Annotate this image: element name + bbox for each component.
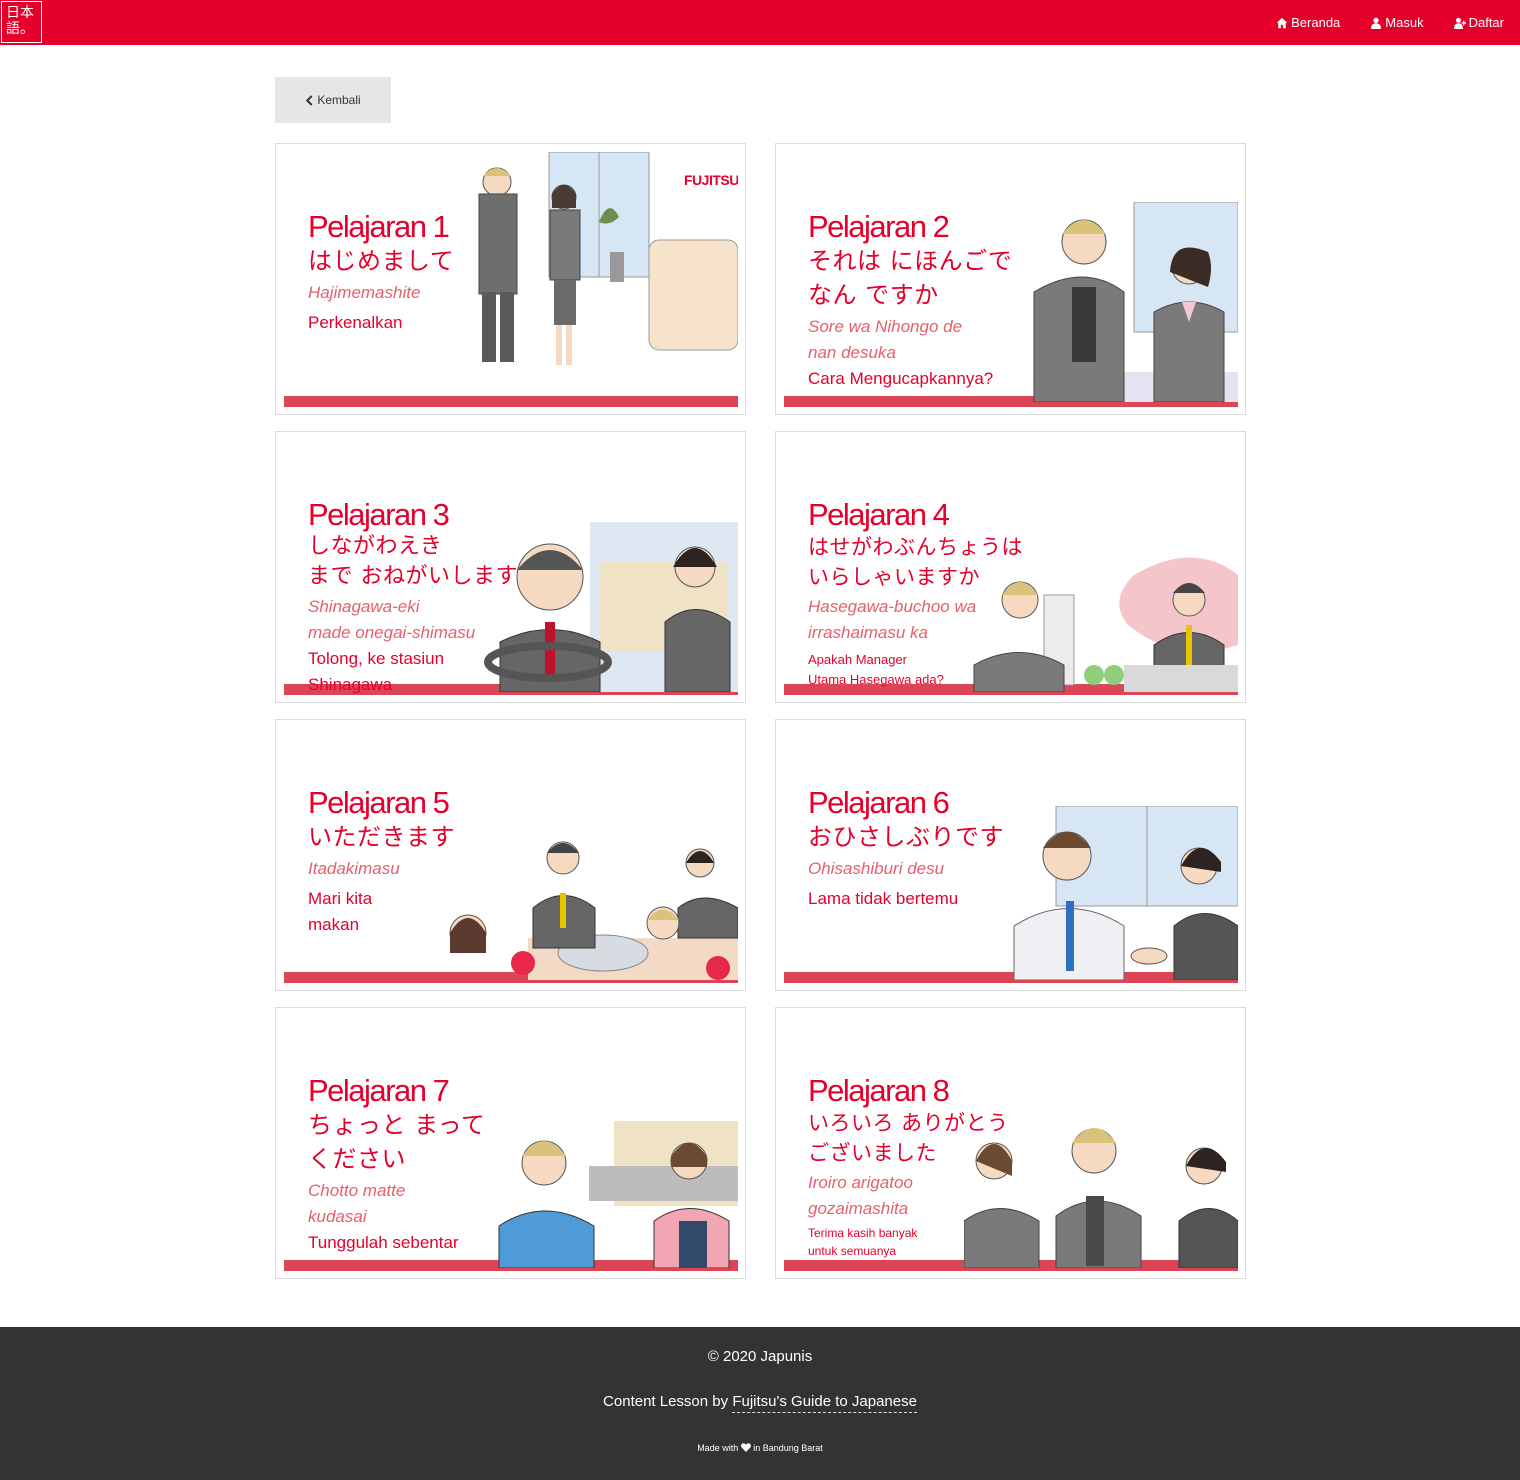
lesson-japanese: おひさしぶりです: [808, 823, 1004, 851]
made-suffix: in Bandung Barat: [753, 1443, 823, 1453]
chevron-left-icon: [306, 94, 313, 106]
nav-links: Beranda Masuk Daftar: [1276, 0, 1504, 45]
lesson-translation: Lama tidak bertemu: [808, 889, 959, 908]
lesson-7-text: Pelajaran 7 ちょっと まって ください Chotto matte k…: [308, 1074, 538, 1256]
lesson-card-8-image: Pelajaran 8 いろいろ ありがとう ございました Iroiro ari…: [784, 1016, 1238, 1271]
lesson-1-text: Pelajaran 1 はじめまして Hajimemashite Perkena…: [308, 210, 538, 336]
home-icon: [1276, 17, 1288, 28]
lesson-romaji: Chotto matte kudasai: [308, 1181, 406, 1226]
lesson-card-1[interactable]: FUJITSU Pelajaran 1 はじめまして Hajimemashite…: [275, 143, 746, 415]
heart-icon: [740, 1443, 751, 1452]
lesson-title: Pelajaran 4: [808, 497, 950, 532]
lesson-title: Pelajaran 8: [808, 1073, 950, 1108]
lesson-romaji: Hajimemashite: [308, 283, 421, 302]
lesson-romaji: Ohisashiburi desu: [808, 859, 945, 878]
copyright-text: © 2020 Japunis: [707, 1348, 813, 1365]
back-button-label: Kembali: [317, 93, 361, 107]
lesson-japanese: ちょっと まって ください: [308, 1111, 486, 1173]
lesson-title: Pelajaran 2: [808, 209, 950, 244]
brand-line-2: 語。: [6, 21, 34, 37]
lesson-romaji: Hasegawa-buchoo wa irrashaimasu ka: [808, 597, 977, 642]
lesson-japanese: いろいろ ありがとう ございました: [808, 1111, 1009, 1165]
lesson-translation: Apakah Manager Utama Hasegawa ada?: [808, 652, 944, 687]
lesson-3-text: Pelajaran 3 しながわえき まで おねがいします Shinagawa-…: [308, 498, 538, 695]
content-credit: Content Lesson by Fujitsu's Guide to Jap…: [0, 1393, 1520, 1413]
lesson-japanese: いただきます: [308, 823, 455, 851]
lesson-card-6[interactable]: Pelajaran 6 おひさしぶりです Ohisashiburi desu L…: [775, 719, 1246, 991]
lesson-card-8[interactable]: Pelajaran 8 いろいろ ありがとう ございました Iroiro ari…: [775, 1007, 1246, 1279]
top-navbar: 日本 語。 Beranda Masuk Daftar: [0, 0, 1520, 45]
lesson-japanese: しながわえき まで おねがいします: [308, 534, 518, 589]
lesson-card-2-image: Pelajaran 2 それは にほんごで なん ですか Sore wa Nih…: [784, 152, 1238, 407]
lesson-card-5-image: Pelajaran 5 いただきます Itadakimasu Mari kita…: [284, 728, 738, 983]
brand-line-1: 日本: [6, 5, 34, 21]
lesson-title: Pelajaran 5: [308, 785, 450, 820]
back-button[interactable]: Kembali: [275, 77, 391, 123]
nav-register-label: Daftar: [1468, 15, 1504, 30]
lesson-translation: Terima kasih banyak untuk semuanya: [808, 1226, 918, 1258]
lesson-romaji: Itadakimasu: [308, 859, 400, 878]
lesson-8-text: Pelajaran 8 いろいろ ありがとう ございました Iroiro ari…: [808, 1074, 1028, 1260]
nav-login-label: Masuk: [1385, 15, 1424, 30]
lesson-japanese: それは にほんごで なん ですか: [808, 247, 1013, 309]
lesson-translation: Tunggulah sebentar: [308, 1233, 459, 1252]
lesson-card-7-image: Pelajaran 7 ちょっと まって ください Chotto matte k…: [284, 1016, 738, 1271]
lesson-2-text: Pelajaran 2 それは にほんごで なん ですか Sore wa Nih…: [808, 210, 1038, 392]
lesson-6-text: Pelajaran 6 おひさしぶりです Ohisashiburi desu L…: [808, 786, 1048, 912]
lesson-romaji: Shinagawa-eki made onegai-shimasu: [308, 597, 476, 642]
lesson-translation: Perkenalkan: [308, 313, 403, 332]
lesson-title: Pelajaran 6: [808, 785, 950, 820]
nav-home-label: Beranda: [1291, 15, 1341, 30]
lesson-card-4-image: Pelajaran 4 はせがわぶんちょうは いらしゃいますか Hasegawa…: [784, 440, 1238, 695]
page-footer: © 2020 Japunis Content Lesson by Fujitsu…: [0, 1327, 1520, 1480]
nav-home-link[interactable]: Beranda: [1276, 15, 1340, 30]
lesson-card-2[interactable]: Pelajaran 2 それは にほんごで なん ですか Sore wa Nih…: [775, 143, 1246, 415]
fujitsu-logo: FUJITSU: [684, 172, 738, 188]
lesson-romaji: Iroiro arigatoo gozaimashita: [808, 1173, 913, 1218]
lesson-card-4[interactable]: Pelajaran 4 はせがわぶんちょうは いらしゃいますか Hasegawa…: [775, 431, 1246, 703]
lesson-translation: Mari kita makan: [308, 889, 373, 934]
lesson-card-6-image: Pelajaran 6 おひさしぶりです Ohisashiburi desu L…: [784, 728, 1238, 983]
made-prefix: Made with: [697, 1443, 739, 1453]
lesson-card-1-image: FUJITSU Pelajaran 1 はじめまして Hajimemashite…: [284, 152, 738, 407]
fujitsu-guide-link[interactable]: Fujitsu's Guide to Japanese: [732, 1393, 917, 1413]
user-plus-icon: [1453, 17, 1466, 29]
lesson-japanese: はじめまして: [308, 247, 455, 275]
lesson-5-text: Pelajaran 5 いただきます Itadakimasu Mari kita…: [308, 786, 538, 938]
lesson-romaji: Sore wa Nihongo de nan desuka: [808, 317, 963, 362]
credit-prefix: Content Lesson by: [603, 1393, 733, 1410]
lesson-title: Pelajaran 7: [308, 1073, 450, 1108]
lesson-card-3-image: Pelajaran 3 しながわえき まで おねがいします Shinagawa-…: [284, 440, 738, 695]
lesson-translation: Tolong, ke stasiun Shinagawa: [308, 649, 445, 694]
lesson-card-3[interactable]: Pelajaran 3 しながわえき まで おねがいします Shinagawa-…: [275, 431, 746, 703]
brand-logo[interactable]: 日本 語。: [1, 1, 42, 43]
lesson-title: Pelajaran 3: [308, 497, 450, 532]
nav-register-link[interactable]: Daftar: [1453, 15, 1504, 30]
user-icon: [1371, 17, 1382, 29]
made-with-text: Made with in Bandung Barat: [0, 1443, 1520, 1453]
lesson-translation: Cara Mengucapkannya?: [808, 369, 994, 388]
lesson-card-5[interactable]: Pelajaran 5 いただきます Itadakimasu Mari kita…: [275, 719, 746, 991]
lesson-2-illustration: [1033, 202, 1238, 402]
nav-login-link[interactable]: Masuk: [1370, 15, 1424, 30]
lesson-4-text: Pelajaran 4 はせがわぶんちょうは いらしゃいますか Hasegawa…: [808, 498, 1038, 690]
lesson-title: Pelajaran 1: [308, 209, 450, 244]
lesson-japanese: はせがわぶんちょうは いらしゃいますか: [808, 535, 1023, 589]
lesson-card-7[interactable]: Pelajaran 7 ちょっと まって ください Chotto matte k…: [275, 1007, 746, 1279]
